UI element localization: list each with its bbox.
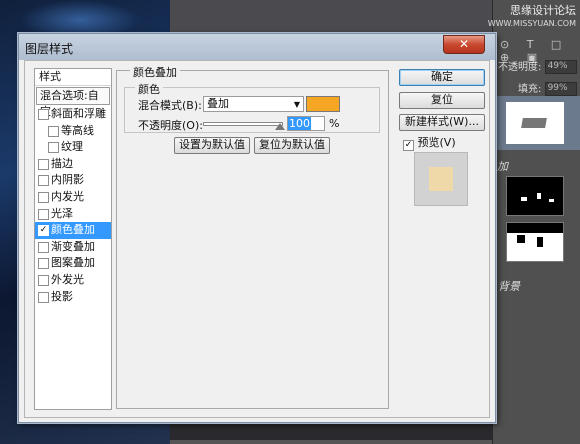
layer-mask-thumbnail-2 bbox=[506, 222, 564, 262]
style-item-label: 斜面和浮雕 bbox=[51, 107, 106, 120]
layer-opacity-row: 不透明度: 49% bbox=[498, 58, 577, 74]
opacity-unit: % bbox=[329, 117, 340, 130]
style-item-label: 等高线 bbox=[61, 123, 94, 137]
opacity-slider-thumb[interactable] bbox=[275, 123, 285, 130]
color-subgroup: 颜色 混合模式(B): 叠加 ▼ 不透明度(O): 100 % bbox=[124, 81, 380, 133]
color-subgroup-title: 颜色 bbox=[135, 81, 163, 97]
background-layer-label: 背景 bbox=[498, 280, 520, 293]
style-item-checkbox[interactable] bbox=[38, 241, 49, 253]
style-item-label: 内发光 bbox=[51, 189, 84, 203]
style-item[interactable]: 内阴影 bbox=[35, 172, 111, 189]
opacity-label: 不透明度(O): bbox=[138, 119, 203, 132]
dialog-title: 图层样式 bbox=[25, 42, 74, 56]
layer-fill-label: 填充: bbox=[518, 84, 542, 95]
style-item-checkbox[interactable]: ✓ bbox=[38, 225, 49, 237]
style-item-checkbox[interactable] bbox=[38, 109, 49, 120]
style-item-label: 渐变叠加 bbox=[51, 239, 95, 253]
new-style-button[interactable]: 新建样式(W)... bbox=[399, 114, 485, 131]
style-item[interactable]: 图案叠加 bbox=[35, 255, 111, 272]
style-items: 斜面和浮雕 等高线 纹理 描边 内阴影 内发光 光泽 ✓ 颜色叠加 渐变叠加 图案叠加 外发光 投影 bbox=[35, 106, 111, 305]
style-item-checkbox[interactable] bbox=[38, 258, 49, 270]
style-item[interactable]: 投影 bbox=[35, 289, 111, 306]
style-item-label: 纹理 bbox=[61, 140, 83, 154]
style-item-checkbox[interactable] bbox=[38, 175, 49, 187]
style-item-label: 颜色叠加 bbox=[51, 223, 95, 237]
style-item-checkbox[interactable] bbox=[48, 142, 59, 154]
style-item[interactable]: 内发光 bbox=[35, 189, 111, 206]
style-item-checkbox[interactable] bbox=[38, 208, 49, 220]
watermark: 思缘设计论坛 WWW.MISSYUAN.COM bbox=[488, 4, 576, 30]
styles-header[interactable]: 样式 bbox=[35, 69, 111, 86]
watermark-line1: 思缘设计论坛 bbox=[510, 4, 576, 17]
style-item[interactable]: 等高线 bbox=[35, 123, 111, 140]
style-item-label: 外发光 bbox=[51, 272, 84, 286]
layer-name-partial: 加 bbox=[497, 160, 508, 173]
overlay-color-swatch[interactable] bbox=[306, 96, 340, 112]
opacity-slider-track[interactable] bbox=[203, 122, 283, 126]
style-item[interactable]: 外发光 bbox=[35, 272, 111, 289]
ok-button[interactable]: 确定 bbox=[399, 69, 485, 86]
style-item-checkbox[interactable] bbox=[38, 274, 49, 286]
style-item-label: 内阴影 bbox=[51, 173, 84, 187]
preview-label: 预览(V) bbox=[417, 136, 456, 149]
styles-list: 样式 混合选项:自定 斜面和浮雕等高线纹理描边内阴影内发光光泽✓颜色叠加渐变叠加… bbox=[34, 68, 112, 410]
close-button[interactable]: ✕ bbox=[443, 35, 485, 54]
style-item[interactable]: 渐变叠加 bbox=[35, 239, 111, 256]
set-default-button[interactable]: 设置为默认值 bbox=[174, 137, 250, 154]
style-item[interactable]: 描边 bbox=[35, 156, 111, 173]
opacity-input[interactable]: 100 bbox=[287, 116, 325, 131]
style-preview bbox=[414, 152, 468, 206]
workspace-scrollbar bbox=[170, 440, 500, 444]
color-overlay-group: 颜色叠加 颜色 混合模式(B): 叠加 ▼ 不透明度(O): 100 % 设置为… bbox=[116, 64, 389, 409]
style-item[interactable]: 光泽 bbox=[35, 206, 111, 223]
layer-style-dialog: 图层样式 ✕ 样式 混合选项:自定 斜面和浮雕等高线纹理描边内阴影内发光光泽✓颜… bbox=[18, 33, 496, 423]
opacity-value: 100 bbox=[288, 117, 311, 130]
style-item-checkbox[interactable] bbox=[38, 158, 49, 170]
style-item-label: 投影 bbox=[51, 289, 73, 303]
style-item-label: 图案叠加 bbox=[51, 256, 95, 270]
preview-checkbox-row[interactable]: ✓ 预览(V) bbox=[403, 134, 456, 151]
layer-opacity-label: 不透明度: bbox=[498, 62, 542, 73]
workspace-toolbar bbox=[170, 0, 500, 36]
layer-opacity-field[interactable]: 49% bbox=[544, 60, 577, 74]
layer-thumbnail bbox=[506, 102, 564, 144]
chevron-down-icon: ▼ bbox=[293, 100, 300, 109]
preview-checkbox[interactable]: ✓ bbox=[403, 140, 414, 151]
layer-fill-field[interactable]: 99% bbox=[544, 82, 577, 96]
reset-default-button[interactable]: 复位为默认值 bbox=[254, 137, 330, 154]
style-item-checkbox[interactable] bbox=[48, 125, 59, 137]
reset-button[interactable]: 复位 bbox=[399, 92, 485, 109]
blend-mode-label: 混合模式(B): bbox=[138, 99, 202, 112]
style-item-checkbox[interactable] bbox=[38, 291, 49, 303]
style-item[interactable]: 纹理 bbox=[35, 139, 111, 156]
dialog-body: 样式 混合选项:自定 斜面和浮雕等高线纹理描边内阴影内发光光泽✓颜色叠加渐变叠加… bbox=[24, 60, 490, 418]
style-item-label: 光泽 bbox=[51, 206, 73, 220]
layer-fill-row: 填充: 99% bbox=[518, 80, 577, 96]
color-overlay-title: 颜色叠加 bbox=[130, 64, 180, 80]
blend-options-item[interactable]: 混合选项:自定 bbox=[36, 87, 110, 118]
style-item-label: 描边 bbox=[51, 156, 73, 170]
layer-mask-thumbnail bbox=[506, 176, 564, 216]
style-preview-swatch bbox=[429, 167, 453, 191]
style-item-checkbox[interactable] bbox=[38, 191, 49, 203]
style-item[interactable]: ✓ 颜色叠加 bbox=[35, 222, 111, 239]
style-item[interactable]: 斜面和浮雕 bbox=[35, 106, 111, 123]
dialog-titlebar[interactable]: 图层样式 ✕ bbox=[19, 34, 495, 60]
watermark-line2: WWW.MISSYUAN.COM bbox=[487, 19, 576, 28]
blend-mode-select[interactable]: 叠加 ▼ bbox=[203, 96, 304, 112]
blend-mode-value: 叠加 bbox=[207, 97, 229, 110]
